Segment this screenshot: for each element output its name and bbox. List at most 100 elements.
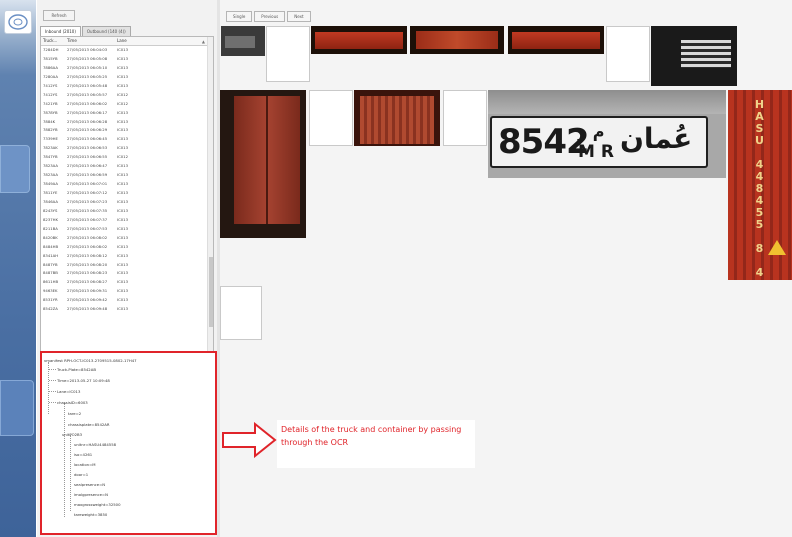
table-row[interactable]: 7823AA 27/05/2013 06:06:59 IC013 xyxy=(41,171,213,180)
transaction-list-panel: Refresh Inbound (2010) Outbound (140 (4)… xyxy=(37,0,217,537)
table-row[interactable]: 7811YE 27/05/2013 06:07:12 IC013 xyxy=(41,189,213,198)
tree-node-chassis[interactable]: chassisID=6003 xyxy=(57,400,88,405)
table-cell: IC013 xyxy=(117,47,129,52)
image-empty-3[interactable] xyxy=(309,90,353,146)
table-row[interactable]: 7412YS 27/05/2013 06:05:48 IC013 xyxy=(41,82,213,91)
table-cell: 7882YB xyxy=(43,127,58,133)
table-cell: 27/05/2013 06:06:29 xyxy=(67,127,108,133)
thumbnail-container-side-2[interactable] xyxy=(410,26,504,54)
tab-outbound[interactable]: Outbound (140 (4)) xyxy=(81,26,131,36)
table-cell: 9463EK xyxy=(43,288,58,294)
table-row[interactable]: 7412YS 27/05/2013 06:05:57 IC012 xyxy=(41,91,213,100)
table-cell: 27/05/2013 06:08:27 xyxy=(67,279,108,285)
table-scrollbar[interactable] xyxy=(207,37,213,353)
table-row[interactable]: 8237HK 27/05/2013 06:07:37 IC013 xyxy=(41,216,213,225)
image-license-plate[interactable]: 8542 م ر M R عُمان xyxy=(488,90,726,178)
tab-inbound[interactable]: Inbound (2010) xyxy=(40,26,81,36)
table-row[interactable]: 7886AA 27/05/2013 06:05:10 IC013 xyxy=(41,64,213,73)
table-cell: 8487YB xyxy=(43,261,58,267)
tree-node-tareweight[interactable]: tareweight=3850 xyxy=(74,512,107,517)
table-row[interactable]: 7882YB 27/05/2013 06:06:29 IC013 xyxy=(41,126,213,135)
table-row[interactable]: 8420BK 27/05/2013 06:08:02 IC013 xyxy=(41,234,213,243)
table-row[interactable]: 7878YB 27/05/2013 06:06:17 IC013 xyxy=(41,109,213,118)
table-row[interactable]: 7339HE 27/05/2013 06:06:45 IC013 xyxy=(41,135,213,144)
table-cell: 7412YS xyxy=(43,82,58,88)
table-cell: IC012 xyxy=(117,154,129,160)
tree-node-unitnr[interactable]: unitnr=HASU4484558 xyxy=(74,442,116,447)
table-row[interactable]: 7846AA 27/05/2013 06:07:23 IC013 xyxy=(41,198,213,207)
table-row[interactable]: 8484HB 27/05/2013 06:08:02 IC013 xyxy=(41,243,213,252)
table-row[interactable]: 7823AA 27/05/2013 06:06:47 IC013 xyxy=(41,162,213,171)
tree-node-maxgross[interactable]: maxgrossweight=32500 xyxy=(74,502,121,507)
table-cell: IC013 xyxy=(117,198,129,204)
table-cell: 7846AA xyxy=(43,198,58,204)
table-row[interactable]: 8531YR 27/05/2013 06:09:42 IC013 xyxy=(41,296,213,305)
table-row[interactable]: 7815YB 27/05/2013 06:05:08 IC013 xyxy=(41,55,213,64)
table-cell: 7884K xyxy=(43,118,56,124)
thumbnail-container-code[interactable] xyxy=(651,26,737,86)
scrollbar-thumb[interactable] xyxy=(209,257,213,327)
thumbnail-camera-1[interactable] xyxy=(221,26,265,56)
table-row[interactable]: 7284DH 27/05/2013 06:04:03 IC013 xyxy=(41,46,213,55)
tree-node-time[interactable]: Time=2013-05-27 10:09:48 xyxy=(57,378,110,383)
plate-digits: 8542 xyxy=(498,122,590,162)
tree-node-unit[interactable]: unitPO2B3 xyxy=(62,432,82,437)
tree-node-tare[interactable]: tare=2 xyxy=(68,411,81,416)
sort-caret-icon: ▲ xyxy=(201,39,205,44)
table-row[interactable]: 7884K 27/05/2013 06:06:28 IC013 xyxy=(41,118,213,127)
table-row[interactable]: 7849AA 27/05/2013 06:07:01 IC013 xyxy=(41,180,213,189)
tree-node-door[interactable]: door=1 xyxy=(74,472,88,477)
image-container-top[interactable] xyxy=(354,90,440,146)
left-nav-rail xyxy=(0,0,36,537)
table-cell: IC013 xyxy=(117,279,129,285)
table-cell: 27/05/2013 06:05:25 xyxy=(67,73,108,79)
table-cell: 8420BK xyxy=(43,234,58,240)
tree-node-chassis-plate[interactable]: chassisplate=8542AR xyxy=(68,422,110,427)
app-logo-icon[interactable] xyxy=(4,10,32,34)
thumbnail-empty-2[interactable] xyxy=(606,26,650,82)
image-empty-5[interactable] xyxy=(220,286,262,340)
table-row[interactable]: 8341AH 27/05/2013 06:08:12 IC013 xyxy=(41,252,213,261)
tree-node-location[interactable]: location=M xyxy=(74,462,96,467)
table-row[interactable]: 8542ZA 27/05/2013 06:09:48 IC013 xyxy=(41,305,213,314)
table-cell: 27/05/2013 06:07:35 xyxy=(67,207,108,213)
rail-tab-button-secondary[interactable] xyxy=(0,380,34,436)
table-row[interactable]: 8487YB 27/05/2013 06:08:20 IC013 xyxy=(41,261,213,270)
rail-tab-button[interactable] xyxy=(0,145,30,193)
table-row[interactable]: 7421YB 27/05/2013 06:06:02 IC012 xyxy=(41,100,213,109)
previous-button[interactable]: Previous xyxy=(254,11,286,22)
refresh-button[interactable]: Refresh xyxy=(43,10,75,21)
tree-node-lane[interactable]: Lane=IC013 xyxy=(57,389,80,394)
next-button[interactable]: Next xyxy=(287,11,311,22)
table-row[interactable]: 8211BA 27/05/2013 06:07:53 IC013 xyxy=(41,225,213,234)
tree-node-iso[interactable]: iso=4261 xyxy=(74,452,92,457)
tree-node-root[interactable]: vmanifest RPH-OCT-IC013-2709515-0802-17H… xyxy=(44,358,137,363)
table-row[interactable]: 7280AA 27/05/2013 06:05:25 IC013 xyxy=(41,73,213,82)
tree-node-seal[interactable]: sealpresence=N xyxy=(74,482,105,487)
column-header-truck[interactable]: Truck... xyxy=(41,37,67,45)
table-row[interactable]: 7847YB 27/05/2013 06:06:55 IC012 xyxy=(41,153,213,162)
thumbnail-container-side-1[interactable] xyxy=(311,26,407,54)
table-row[interactable]: 8611HB 27/05/2013 06:08:27 IC013 xyxy=(41,278,213,287)
table-row[interactable]: 9463EK 27/05/2013 06:09:31 IC013 xyxy=(41,287,213,296)
column-header-lane[interactable]: Lane xyxy=(117,37,147,45)
tree-node-imo[interactable]: imolgpresence=N xyxy=(74,492,108,497)
image-container-rear[interactable] xyxy=(220,90,306,238)
column-header-time[interactable]: Time xyxy=(67,37,117,45)
table-cell: IC013 xyxy=(117,207,129,213)
thumbnail-empty-1[interactable] xyxy=(266,26,310,82)
table-row[interactable]: 7823AK 27/05/2013 06:06:53 IC013 xyxy=(41,144,213,153)
table-cell: 8341AH xyxy=(43,252,59,258)
table-cell: IC013 xyxy=(117,261,129,267)
table-cell: 7823AK xyxy=(43,145,58,151)
tree-node-truck-plate[interactable]: Truck-Plate=8542AB xyxy=(57,367,96,372)
image-empty-4[interactable] xyxy=(443,90,487,146)
table-cell: IC013 xyxy=(117,243,129,249)
table-cell: 7823AA xyxy=(43,172,58,178)
table-row[interactable]: 8487BB 27/05/2013 06:08:23 IC013 xyxy=(41,269,213,278)
single-button[interactable]: Single xyxy=(226,11,253,22)
thumbnail-container-side-3[interactable] xyxy=(508,26,604,54)
table-cell: 7849AA xyxy=(43,181,58,187)
image-container-vertical-code[interactable]: HASU 448455 8 45G1 xyxy=(728,90,792,280)
table-row[interactable]: 8243YS 27/05/2013 06:07:35 IC013 xyxy=(41,207,213,216)
